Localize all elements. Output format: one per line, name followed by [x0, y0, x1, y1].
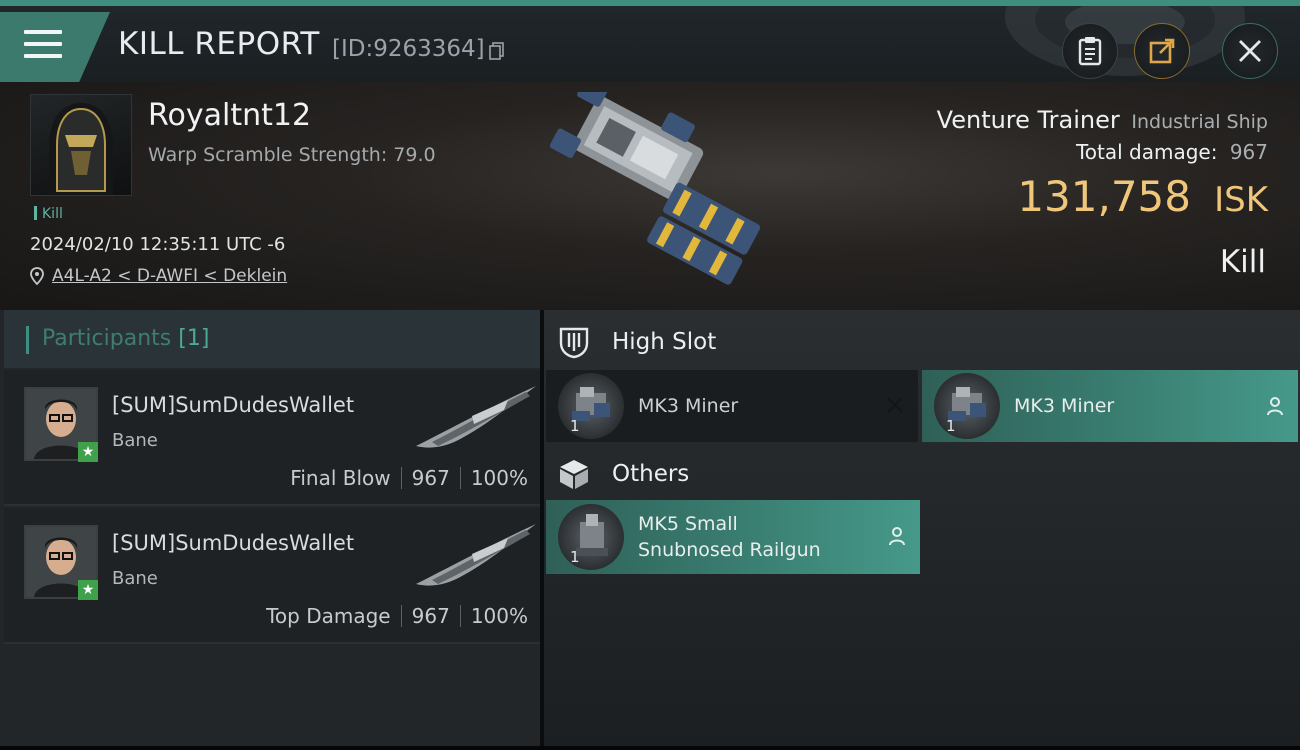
star-badge-icon: ★	[78, 442, 98, 462]
module-thumbnail: 1	[558, 504, 624, 570]
victim-portrait[interactable]	[30, 94, 132, 196]
item-name: MK3 Miner	[1014, 395, 1115, 417]
participants-header: Participants [1]	[4, 310, 540, 368]
participant-damage: 967	[411, 604, 450, 628]
victim-ship-image	[520, 82, 790, 292]
item-quantity: 1	[570, 417, 580, 435]
person-icon	[888, 526, 906, 550]
close-icon	[1239, 40, 1261, 62]
close-button[interactable]	[1222, 23, 1278, 79]
isk-value: 131,758 ISK	[1017, 172, 1268, 221]
victim-ship[interactable]: Venture Trainer Industrial Ship	[937, 106, 1268, 134]
participant-role: Top Damage	[266, 604, 391, 628]
victim-summary: Royaltnt12 Warp Scramble Strength: 79.0 …	[0, 82, 1300, 310]
item-quantity: 1	[570, 548, 580, 566]
participant-name[interactable]: [SUM]SumDudesWallet	[112, 531, 354, 555]
participant-row[interactable]: ★ [SUM]SumDudesWallet Bane Final Blow 96…	[4, 370, 540, 506]
total-damage-label: Total damage:	[1075, 140, 1218, 164]
participant-damage: 967	[411, 466, 450, 490]
planet-decoration	[1005, 6, 1245, 88]
ship-name: Venture Trainer	[936, 106, 1120, 134]
participant-row[interactable]: ★ [SUM]SumDudesWallet Bane Top Damage 96…	[4, 508, 540, 644]
participant-percent: 100%	[470, 466, 528, 490]
module-thumbnail: 1	[934, 373, 1000, 439]
cube-icon	[560, 460, 588, 489]
item-quantity: 1	[946, 417, 956, 435]
participants-panel: Participants [1] ★ [SUM]SumDudesWallet B…	[0, 310, 540, 746]
participant-ship: Bane	[112, 568, 158, 589]
participants-count: [1]	[178, 326, 210, 351]
clipboard-icon	[1078, 37, 1102, 66]
report-result: Kill	[1219, 244, 1266, 280]
menu-button[interactable]	[0, 12, 110, 82]
participant-ship-image	[412, 380, 540, 460]
participant-role: Final Blow	[290, 466, 391, 490]
others-section-header: Others	[544, 444, 689, 504]
high-slot-section-header: High Slot	[544, 312, 716, 372]
item-name: MK3 Miner	[638, 395, 739, 417]
location-text: A4L-A2 < D-AWFI < Deklein	[52, 266, 288, 286]
copy-icon[interactable]	[489, 42, 505, 60]
module-thumbnail: 1	[558, 373, 624, 439]
hamburger-icon	[24, 30, 62, 62]
participant-ship: Bane	[112, 430, 158, 451]
page-title: KILL REPORT	[118, 26, 320, 62]
person-icon	[1266, 396, 1284, 420]
x-mark-icon	[886, 396, 904, 418]
report-id: [ID:9263364]	[332, 36, 485, 62]
total-damage: Total damage: 967	[1076, 140, 1268, 164]
participant-stats: Top Damage 967 100%	[266, 604, 528, 628]
ship-class: Industrial Ship	[1131, 111, 1268, 133]
kill-location-link[interactable]: A4L-A2 < D-AWFI < Deklein	[30, 266, 287, 286]
total-damage-value: 967	[1229, 140, 1268, 164]
item-name-line1: MK5 Small	[638, 513, 738, 535]
fitting-item[interactable]: 1 MK3 Miner	[922, 370, 1298, 442]
participant-ship-image	[412, 518, 540, 598]
others-label: Others	[612, 461, 690, 487]
share-icon	[1149, 38, 1175, 64]
high-slot-label: High Slot	[612, 329, 717, 355]
participants-title: Participants	[42, 326, 172, 351]
item-name-line2: Snubnosed Railgun	[638, 539, 821, 561]
fitting-item[interactable]: 1 MK5 Small Snubnosed Railgun	[546, 500, 920, 574]
share-button[interactable]	[1134, 23, 1190, 79]
participant-stats: Final Blow 967 100%	[290, 466, 528, 490]
fitting-item[interactable]: 1 MK3 Miner	[546, 370, 918, 442]
high-slot-icon	[559, 327, 589, 359]
clipboard-button[interactable]	[1062, 23, 1118, 79]
kill-tag: Kill	[34, 206, 63, 222]
victim-name[interactable]: Royaltnt12	[148, 98, 311, 133]
top-bar: KILL REPORT [ID:9263364]	[0, 0, 1300, 82]
item-name: MK5 Small Snubnosed Railgun	[638, 511, 821, 563]
participant-name[interactable]: [SUM]SumDudesWallet	[112, 393, 354, 417]
warp-scramble-strength: Warp Scramble Strength: 79.0	[148, 144, 436, 166]
location-pin-icon	[30, 267, 44, 285]
isk-amount: 131,758	[1017, 172, 1191, 221]
isk-unit: ISK	[1214, 180, 1268, 220]
kill-datetime: 2024/02/10 12:35:11 UTC -6	[30, 234, 286, 255]
bottom-edge	[0, 746, 1300, 750]
participant-percent: 100%	[470, 604, 528, 628]
fittings-panel: High Slot 1 MK3 Miner 1 MK3 Miner Others…	[544, 310, 1300, 746]
star-badge-icon: ★	[78, 580, 98, 600]
